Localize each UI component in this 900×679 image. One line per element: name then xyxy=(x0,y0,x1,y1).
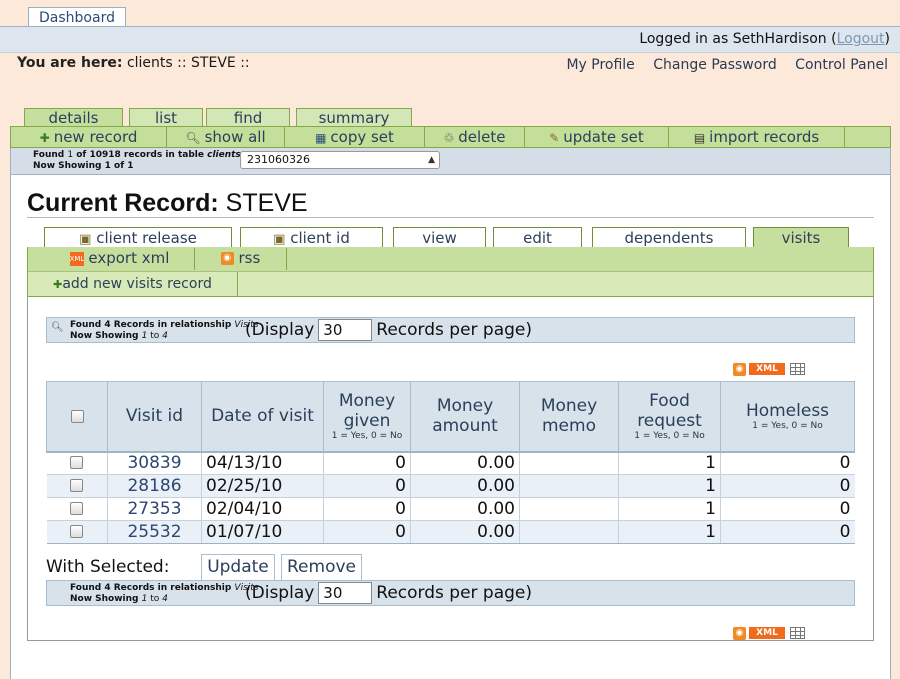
user-links: My Profile Change Password Control Panel xyxy=(552,55,888,75)
subtab-client-id[interactable]: ▣ client id xyxy=(240,227,383,248)
display-controls: (Display 30 Records per page) xyxy=(245,319,533,341)
subtab-rss[interactable]: ◉ rss xyxy=(195,248,287,270)
date-cell: 02/25/10 xyxy=(201,474,324,498)
col-food-request[interactable]: Food request 1 = Yes, 0 = No xyxy=(618,381,721,452)
col-money-amount[interactable]: Money amount xyxy=(410,381,520,452)
visit-id-link[interactable]: 28186 xyxy=(107,474,202,498)
breadcrumb-label: You are here: xyxy=(17,55,123,71)
document-icon: ▣ xyxy=(79,232,92,247)
new-record-button[interactable]: ✚ new record xyxy=(11,127,167,147)
trash-icon: ♲ xyxy=(443,131,455,145)
display-bar-bottom: Found 4 Records in relationship Visits N… xyxy=(46,580,855,606)
record-select[interactable]: 231060326 ▲ xyxy=(240,151,440,169)
col-money-memo[interactable]: Money memo xyxy=(519,381,619,452)
breadcrumb: You are here: clients :: STEVE :: xyxy=(17,53,250,73)
table-row[interactable]: 27353 02/04/10 0 0.00 1 0 xyxy=(46,497,855,521)
feed-icons-bottom: ◉ XML xyxy=(733,627,805,640)
tab-find[interactable]: find xyxy=(206,108,290,128)
rss-icon: ◉ xyxy=(220,252,234,265)
per-page-input[interactable]: 30 xyxy=(318,582,373,604)
date-cell: 01/07/10 xyxy=(201,520,324,544)
copy-set-button[interactable]: ▦ copy set xyxy=(285,127,425,147)
rss-icon[interactable]: ◉ xyxy=(733,363,746,376)
subtab-edit[interactable]: edit xyxy=(493,227,582,248)
visit-id-link[interactable]: 25532 xyxy=(107,520,202,544)
update-button[interactable]: Update xyxy=(201,554,275,580)
title-divider xyxy=(27,217,874,218)
display-bar-top: 🔍︎ Found 4 Records in relationship Visit… xyxy=(46,317,855,343)
rss-icon[interactable]: ◉ xyxy=(733,627,746,640)
top-strip xyxy=(0,0,900,26)
table-header-row: Visit id Date of visit Money given 1 = Ye… xyxy=(46,381,855,452)
xml-icon[interactable]: XML xyxy=(749,627,785,639)
date-cell: 04/13/10 xyxy=(201,450,324,475)
table-icon[interactable] xyxy=(790,363,805,375)
col-homeless[interactable]: Homeless 1 = Yes, 0 = No xyxy=(720,381,855,452)
date-cell: 02/04/10 xyxy=(201,497,324,521)
row-checkbox[interactable] xyxy=(70,456,84,470)
xml-icon[interactable]: XML xyxy=(749,363,785,375)
subtab-export-xml[interactable]: XML export xml xyxy=(45,248,195,270)
subtab-visits[interactable]: visits xyxy=(753,227,849,248)
col-money-given[interactable]: Money given 1 = Yes, 0 = No xyxy=(323,381,411,452)
row-checkbox[interactable] xyxy=(70,479,84,492)
dashboard-tab[interactable]: Dashboard xyxy=(28,7,126,27)
visits-table: Visit id Date of visit Money given 1 = Ye… xyxy=(46,381,855,544)
found-bar: Found 1 of 10918 records in table client… xyxy=(10,148,891,175)
table-row[interactable]: 30839 04/13/10 0 0.00 1 0 xyxy=(46,450,855,475)
select-all-header xyxy=(46,381,108,452)
relationship-summary: Found 4 Records in relationship Visits N… xyxy=(70,583,259,604)
show-all-button[interactable]: 🔍︎ show all xyxy=(167,127,285,147)
logged-in-text: Logged in as SethHardison ( xyxy=(639,31,837,47)
xml-file-icon: XML xyxy=(69,251,84,266)
table-icon[interactable] xyxy=(790,627,805,639)
found-summary: Found 1 of 10918 records in table client… xyxy=(33,150,241,171)
table-row[interactable]: 28186 02/25/10 0 0.00 1 0 xyxy=(46,474,855,498)
logout-link[interactable]: Logout xyxy=(837,31,885,47)
import-records-button[interactable]: ▤ import records xyxy=(669,127,845,147)
visit-id-link[interactable]: 30839 xyxy=(107,450,202,475)
user-bar: Logged in as SethHardison (Logout) xyxy=(0,26,900,53)
select-all-checkbox[interactable] xyxy=(70,409,84,423)
tab-details[interactable]: details xyxy=(24,108,123,128)
breadcrumb-path[interactable]: clients :: STEVE :: xyxy=(127,55,250,71)
subtab-client-release[interactable]: ▣ client release xyxy=(44,227,232,248)
control-panel-link[interactable]: Control Panel xyxy=(795,57,888,73)
pencil-icon: ✎ xyxy=(549,131,560,145)
table-icon: ▦ xyxy=(315,131,327,145)
per-page-input[interactable]: 30 xyxy=(318,319,373,341)
subtab-view[interactable]: view xyxy=(393,227,486,248)
with-selected-label: With Selected: xyxy=(46,557,170,577)
add-bar: ✚add new visits record xyxy=(27,271,874,297)
change-password-link[interactable]: Change Password xyxy=(653,57,776,73)
printer-icon: ▤ xyxy=(693,131,706,145)
subtab-dependents[interactable]: dependents xyxy=(592,227,746,248)
update-set-button[interactable]: ✎ update set xyxy=(525,127,669,147)
feed-icons-top: ◉ XML xyxy=(733,363,805,376)
visit-id-link[interactable]: 27353 xyxy=(107,497,202,521)
col-visit-id[interactable]: Visit id xyxy=(107,381,202,452)
page-title: Current Record: STEVE xyxy=(27,189,308,217)
plus-icon: ✚ xyxy=(39,131,50,145)
tab-summary[interactable]: summary xyxy=(296,108,412,128)
document-icon: ▣ xyxy=(273,232,286,247)
my-profile-link[interactable]: My Profile xyxy=(566,57,634,73)
magnifier-icon: 🔍︎ xyxy=(185,131,201,145)
select-arrows-icon: ▲ xyxy=(428,155,435,165)
breadcrumb-bar: You are here: clients :: STEVE :: My Pro… xyxy=(0,53,900,75)
magnifier-icon: 🔍︎ xyxy=(51,322,64,333)
row-checkbox[interactable] xyxy=(70,525,84,538)
add-new-visits-record-button[interactable]: ✚add new visits record xyxy=(28,272,238,296)
display-controls: (Display 30 Records per page) xyxy=(245,582,533,604)
close-paren: ) xyxy=(884,31,890,47)
tab-list[interactable]: list xyxy=(129,108,203,128)
col-date-of-visit[interactable]: Date of visit xyxy=(201,381,324,452)
remove-button[interactable]: Remove xyxy=(281,554,362,580)
plus-icon: ✚ xyxy=(53,278,63,291)
relationship-summary: Found 4 Records in relationship Visits N… xyxy=(70,320,259,341)
table-row[interactable]: 25532 01/07/10 0 0.00 1 0 xyxy=(46,520,855,544)
action-bar: ✚ new record 🔍︎ show all ▦ copy set ♲ delete… xyxy=(10,126,891,148)
row-checkbox[interactable] xyxy=(70,502,84,515)
delete-button[interactable]: ♲ delete xyxy=(425,127,525,147)
